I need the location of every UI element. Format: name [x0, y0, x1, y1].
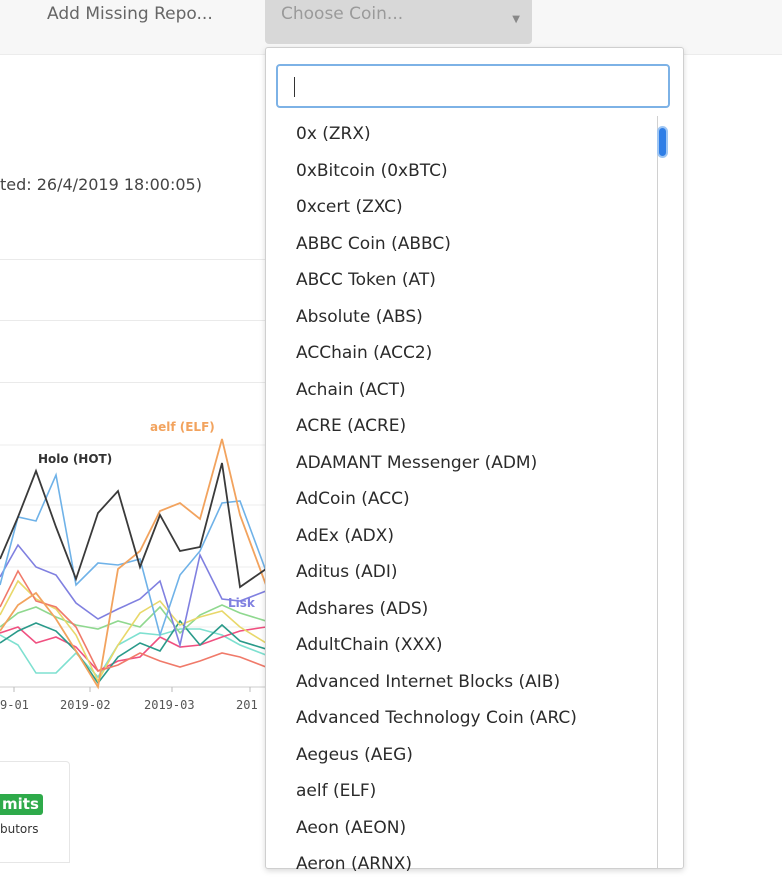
series-line-yellow: [0, 579, 266, 683]
text-cursor: [294, 77, 295, 97]
coin-option-list: 0x (ZRX) 0xBitcoin (0xBTC) 0xcert (ZXC) …: [266, 116, 656, 883]
coin-option[interactable]: Aditus (ADI): [266, 554, 656, 591]
coin-option[interactable]: ABCC Token (AT): [266, 262, 656, 299]
coin-option[interactable]: AdCoin (ACC): [266, 481, 656, 518]
last-updated-text: ted: 26/4/2019 18:00:05): [0, 175, 202, 194]
contributors-label: butors: [0, 822, 39, 836]
commits-badge: mits: [0, 794, 43, 815]
series-line-aelf: [0, 438, 266, 690]
stats-card: mits butors: [0, 761, 70, 863]
series-line-pink: [0, 626, 266, 672]
commits-line-chart: Holo (HOT) aelf (ELF) Lisk 9-01 2019-02 …: [0, 420, 266, 712]
coin-option[interactable]: aelf (ELF): [266, 773, 656, 810]
coin-option[interactable]: Aeon (AEON): [266, 810, 656, 847]
coin-option[interactable]: Advanced Internet Blocks (AIB): [266, 664, 656, 701]
coin-option[interactable]: Adshares (ADS): [266, 591, 656, 628]
coin-search-input[interactable]: [276, 64, 670, 108]
divider: [0, 382, 265, 383]
coin-option[interactable]: Aegeus (AEG): [266, 737, 656, 774]
coin-option[interactable]: ADAMANT Messenger (ADM): [266, 445, 656, 482]
series-line-lisk: [0, 543, 266, 649]
x-tick-label: 201: [236, 698, 258, 712]
coin-option[interactable]: ACChain (ACC2): [266, 335, 656, 372]
divider: [0, 259, 265, 260]
scrollbar-thumb[interactable]: [657, 126, 668, 158]
x-tick-label: 9-01: [0, 698, 29, 712]
x-tick-label: 2019-03: [144, 698, 195, 712]
x-tick-label: 2019-02: [60, 698, 111, 712]
coin-option[interactable]: 0xBitcoin (0xBTC): [266, 153, 656, 190]
coin-option[interactable]: AdultChain (XXX): [266, 627, 656, 664]
coin-option[interactable]: ACRE (ACRE): [266, 408, 656, 445]
coin-dropdown-panel: 0x (ZRX) 0xBitcoin (0xBTC) 0xcert (ZXC) …: [265, 47, 684, 874]
choose-coin-select[interactable]: Choose Coin... ▼: [265, 0, 532, 44]
coin-option[interactable]: AdEx (ADX): [266, 518, 656, 555]
coin-option[interactable]: Aeron (ARNX): [266, 846, 656, 883]
series-label-holo: Holo (HOT): [38, 452, 112, 466]
coin-option[interactable]: 0x (ZRX): [266, 116, 656, 153]
series-label-lisk: Lisk: [228, 596, 256, 610]
scrollbar-track[interactable]: [657, 116, 658, 868]
chart-series-lines: [0, 438, 266, 690]
choose-coin-placeholder: Choose Coin...: [281, 4, 404, 24]
coin-option[interactable]: ABBC Coin (ABBC): [266, 226, 656, 263]
chevron-down-icon: ▼: [512, 14, 520, 25]
series-line-light-blue: [0, 472, 266, 638]
coin-option[interactable]: Absolute (ABS): [266, 299, 656, 336]
add-missing-repo-link[interactable]: Add Missing Repo...: [47, 4, 213, 24]
series-line-salmon: [0, 569, 266, 672]
divider: [0, 320, 265, 321]
coin-option[interactable]: 0xcert (ZXC): [266, 189, 656, 226]
coin-option[interactable]: Achain (ACT): [266, 372, 656, 409]
coin-option[interactable]: Advanced Technology Coin (ARC): [266, 700, 656, 737]
series-label-aelf: aelf (ELF): [150, 420, 215, 434]
